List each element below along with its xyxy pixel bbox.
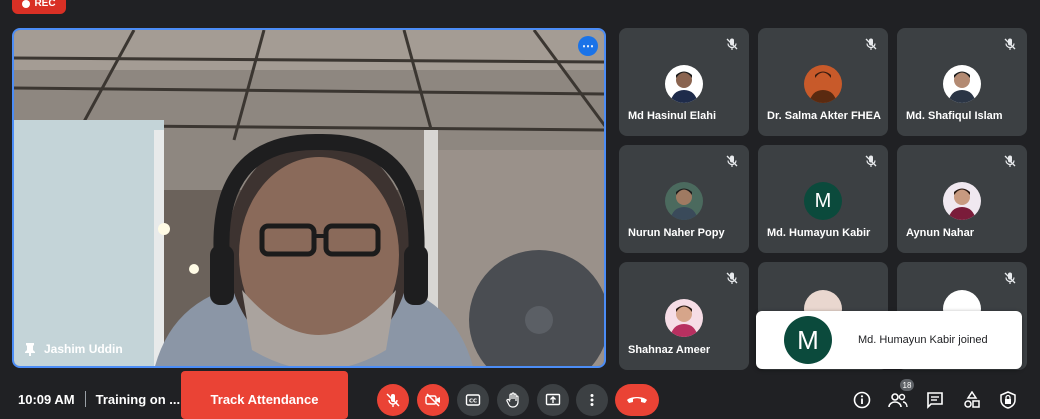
mic-toggle-button[interactable] [377, 384, 409, 416]
more-options-button[interactable] [576, 384, 608, 416]
captions-icon: CC [465, 394, 481, 406]
camera-toggle-button[interactable] [417, 384, 449, 416]
meeting-info: 10:09 AM Training on ... [18, 391, 180, 407]
recording-label: REC [34, 0, 56, 9]
end-call-icon [627, 397, 647, 403]
host-controls-button[interactable] [997, 389, 1019, 411]
mic-off-icon [1004, 38, 1016, 50]
participant-name: Md Hasinul Elahi [628, 110, 717, 122]
recording-indicator: REC [12, 0, 66, 14]
participant-name: Nurun Naher Popy [628, 227, 725, 239]
mic-off-icon [726, 272, 738, 284]
participant-tile[interactable]: Shahnaz Ameer [619, 262, 749, 370]
more-vert-icon [590, 394, 594, 406]
participant-avatar [943, 182, 981, 220]
activities-button[interactable] [961, 389, 983, 411]
mic-off-icon [1004, 272, 1016, 284]
divider [84, 391, 86, 407]
activities-icon [964, 391, 980, 408]
raise-hand-icon [506, 392, 519, 408]
participant-name: Md. Shafiqul Islam [906, 110, 1003, 122]
participant-avatar [665, 299, 703, 337]
people-icon [888, 393, 908, 408]
leave-call-button[interactable] [615, 384, 659, 416]
mic-off-icon [726, 38, 738, 50]
captions-button[interactable]: CC [457, 384, 489, 416]
participant-name: Shahnaz Ameer [628, 344, 711, 356]
raise-hand-button[interactable] [497, 384, 529, 416]
participant-tile[interactable]: Md Hasinul Elahi [619, 28, 749, 136]
participant-avatar [665, 65, 703, 103]
people-button[interactable] [887, 389, 909, 411]
toast-avatar: M [784, 316, 832, 364]
participant-tile[interactable]: Nurun Naher Popy [619, 145, 749, 253]
participant-avatar: M [804, 182, 842, 220]
record-dot-icon [22, 0, 31, 8]
main-name-label: Jashim Uddin [24, 342, 123, 356]
track-attendance-button[interactable]: Track Attendance [181, 371, 348, 419]
participant-name: Aynun Nahar [906, 227, 975, 239]
meeting-title: Training on ... [95, 391, 181, 407]
mic-off-icon [865, 155, 877, 167]
mic-off-icon [865, 38, 877, 50]
chat-icon [927, 392, 943, 409]
mic-off-icon [386, 393, 400, 407]
participant-tile[interactable]: M Md. Humayun Kabir [758, 145, 888, 253]
tile-options-button[interactable]: ⋯ [578, 36, 598, 56]
participant-name: Dr. Salma Akter FHEA [767, 110, 881, 122]
join-notification: M Md. Humayun Kabir joined [756, 311, 1022, 369]
speaker-video [14, 30, 604, 366]
mic-off-icon [1004, 155, 1016, 167]
mic-off-icon [726, 155, 738, 167]
participant-tile[interactable]: Dr. Salma Akter FHEA [758, 28, 888, 136]
participant-avatar [943, 65, 981, 103]
svg-text:CC: CC [469, 399, 477, 405]
participant-name: Md. Humayun Kabir [767, 227, 871, 239]
participant-avatar [665, 182, 703, 220]
chat-button[interactable] [924, 389, 946, 411]
meeting-details-button[interactable] [851, 389, 873, 411]
participant-tile[interactable]: Md. Shafiqul Islam [897, 28, 1027, 136]
info-icon [853, 391, 871, 409]
toast-message: Md. Humayun Kabir joined [858, 334, 988, 346]
host-controls-icon [1000, 391, 1016, 409]
clock-time: 10:09 AM [18, 391, 75, 407]
speaker-name: Jashim Uddin [44, 342, 123, 356]
present-icon [545, 393, 561, 406]
participant-avatar [804, 65, 842, 103]
present-button[interactable] [537, 384, 569, 416]
participant-tile[interactable]: Aynun Nahar [897, 145, 1027, 253]
camera-off-icon [425, 393, 440, 407]
pin-icon[interactable] [24, 342, 36, 356]
main-video-tile[interactable]: ⋯ Jashim Uddin [12, 28, 606, 368]
